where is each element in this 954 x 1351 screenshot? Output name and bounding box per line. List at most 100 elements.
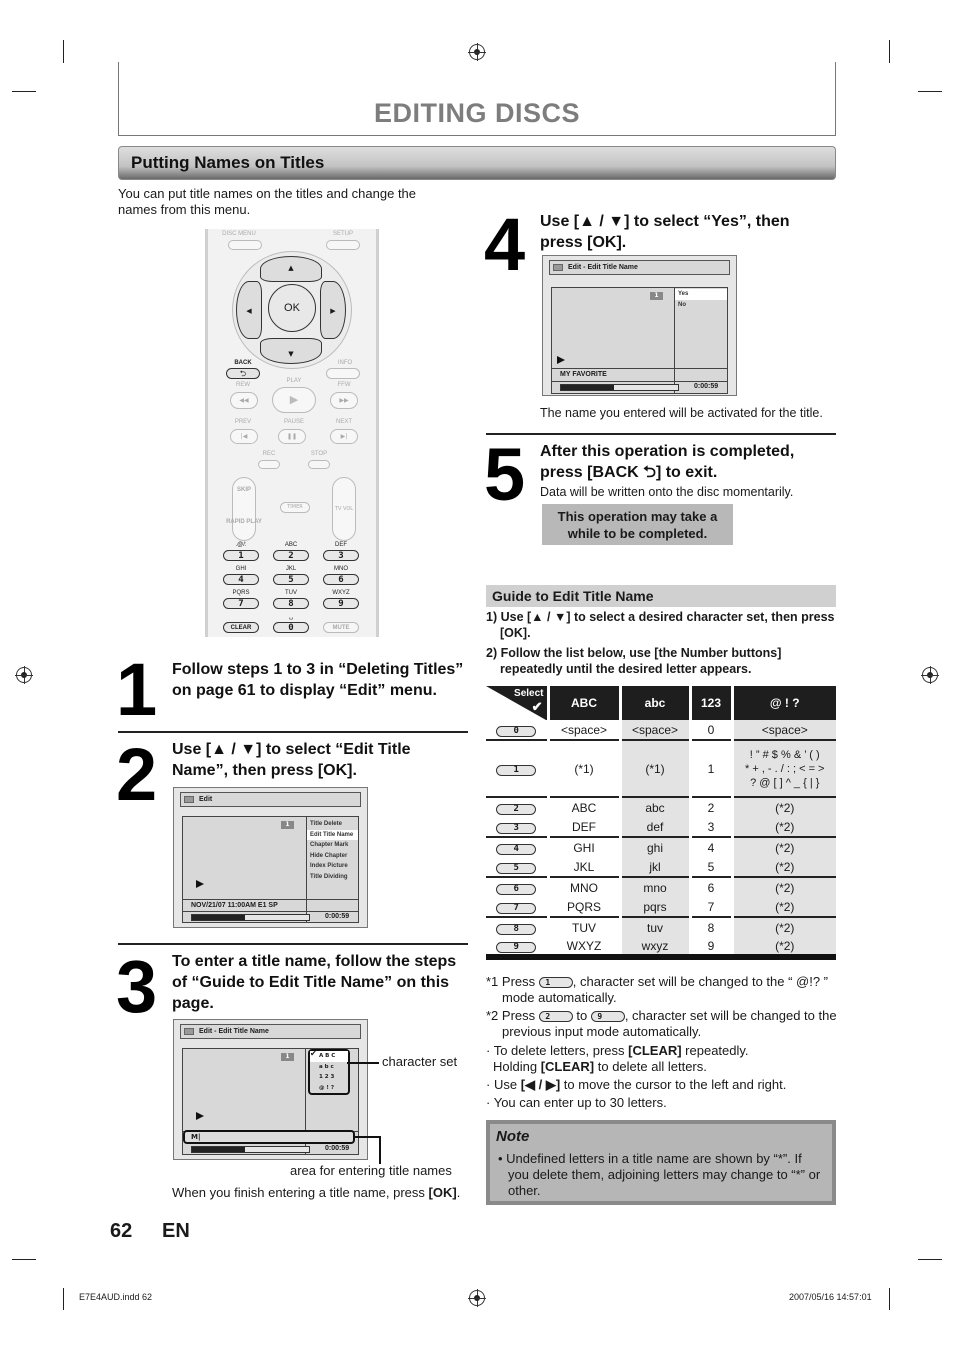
key-cell: 5 (486, 857, 548, 878)
menu-item[interactable]: Title Dividing (307, 872, 358, 883)
page-title: EDITING DISCS (373, 98, 581, 128)
key-cell: 2 (486, 797, 548, 817)
step-number: 3 (116, 945, 158, 1028)
next-label: NEXT (335, 419, 352, 425)
dpad-right-button[interactable]: ▶ (320, 281, 346, 339)
setup-button[interactable] (326, 240, 360, 250)
operation-time-notice: This operation may take a while to be co… (542, 504, 733, 545)
menu-item[interactable]: Index Picture (307, 861, 358, 872)
disc-menu-button[interactable] (228, 240, 262, 250)
pause-button[interactable]: ❚❚ (278, 429, 306, 444)
prev-button[interactable]: |◀ (230, 429, 258, 444)
step-heading: Use [▲ / ▼] to select “Yes”, then press … (540, 213, 790, 251)
title-info: NOV/21/07 11:00AM E1 SP (183, 899, 358, 911)
charset-option[interactable]: 1 2 3 (310, 1072, 348, 1083)
table-cell: 6 (688, 877, 732, 897)
progress-bar (191, 1146, 310, 1153)
finish-instruction: When you finish entering a title name, p… (172, 1185, 461, 1200)
table-row: 5 JKL jkl 5 (*2) (486, 857, 836, 878)
table-row: 9 WXYZ wxyz 9 (*2) (486, 937, 836, 960)
number-key-0[interactable]: 0 (273, 622, 309, 633)
elapsed-time: 0:00:59 (325, 1145, 350, 1152)
number-key-4[interactable]: 4 (223, 574, 259, 585)
mute-button[interactable]: MUTE (323, 622, 359, 633)
timer-button[interactable]: TIMER (280, 502, 310, 513)
screen-header: Edit - Edit Title Name (549, 260, 730, 275)
play-button[interactable]: ▶ (272, 387, 316, 413)
table-cell: 1 (688, 740, 732, 798)
key-cell: 6 (486, 877, 548, 897)
callout-line (347, 1062, 379, 1064)
dpad-left-button[interactable]: ◀ (236, 281, 262, 339)
note-text: • Undefined letters in a title name are … (498, 1151, 821, 1198)
rec-button[interactable] (258, 460, 280, 469)
table-cell: ghi (618, 837, 690, 857)
table-cell: TUV (546, 917, 620, 937)
charset-option[interactable]: @ ! ? (310, 1083, 348, 1094)
tv-volume-button[interactable]: TV VOL (332, 477, 356, 541)
rew-button[interactable]: ◀◀ (230, 392, 258, 409)
edit-title-name-screen: Edit - Edit Title Name 1 A B Ca b c1 2 3… (173, 1019, 368, 1160)
number-key-5[interactable]: 5 (273, 574, 309, 585)
number-key-9[interactable]: 9 (323, 598, 359, 609)
stop-button[interactable] (308, 460, 330, 469)
table-cell: PQRS (546, 897, 620, 918)
number-key-3-icon: 3 (496, 823, 537, 834)
number-key-9-icon: 9 (496, 942, 537, 953)
table-cell: abc (618, 797, 690, 817)
crop-mark (63, 1288, 64, 1310)
previous-icon: |◀ (240, 433, 248, 440)
back-button[interactable]: ⮌ (226, 368, 260, 379)
footnote-1: *1 Press 1, character set will be change… (486, 974, 829, 1005)
ok-button[interactable]: OK (268, 284, 316, 332)
press-label: Press (489, 707, 517, 718)
menu-item[interactable]: Hide Chapter (307, 851, 358, 862)
guide-heading: Guide to Edit Title Name (486, 585, 836, 607)
prev-label: PREV (234, 419, 252, 425)
number-key-7[interactable]: 7 (223, 598, 259, 609)
menu-item[interactable]: Title Delete (307, 819, 358, 830)
charset-option[interactable]: a b c (310, 1062, 348, 1073)
menu-item[interactable]: No (675, 300, 727, 311)
character-set-selector[interactable]: A B Ca b c1 2 3 @ ! ? ✔ (308, 1049, 350, 1095)
checkmark-icon: ✔ (531, 699, 543, 714)
table-cell: 2 (688, 797, 732, 817)
rew-label: REW (236, 382, 250, 388)
table-cell: GHI (546, 837, 620, 857)
table-cell: mno (618, 877, 690, 897)
next-icon: ▶| (340, 433, 348, 440)
number-key-6[interactable]: 6 (323, 574, 359, 585)
table-cell: JKL (546, 857, 620, 878)
dpad-down-button[interactable]: ▼ (260, 338, 322, 364)
title-name-display: MY FAVORITE (552, 368, 727, 381)
number-key-1[interactable]: 1 (223, 550, 259, 561)
number-key-8[interactable]: 8 (273, 598, 309, 609)
number-key-0-icon: 0 (496, 726, 537, 737)
table-cell: DEF (546, 817, 620, 838)
disc-menu-label: DISC MENU (222, 231, 256, 237)
table-cell: 3 (688, 817, 732, 838)
title-name-input[interactable]: M| (183, 1130, 355, 1144)
menu-item[interactable]: Yes (675, 289, 727, 300)
next-button[interactable]: ▶| (330, 429, 358, 444)
menu-item[interactable]: Edit Title Name (307, 829, 358, 840)
key-label: GHI (235, 566, 247, 572)
clear-button[interactable]: CLEAR (223, 622, 259, 633)
step-heading: To enter a title name, follow the steps … (172, 953, 457, 1012)
title-number-chip: 1 (650, 292, 663, 300)
key-cell: 3 (486, 817, 548, 838)
ffw-button[interactable]: ▶▶ (330, 392, 358, 409)
progress-bar (560, 384, 679, 391)
edit-icon (553, 264, 563, 271)
table-cell: 0 (688, 720, 732, 741)
dpad-up-button[interactable]: ▲ (260, 256, 322, 282)
step-heading: After this operation is completed, press… (540, 443, 795, 481)
info-button[interactable] (326, 368, 360, 379)
column-header: abc (618, 686, 690, 720)
timestamp-slug: 2007/05/16 14:57:01 (789, 1292, 872, 1302)
number-key-2[interactable]: 2 (273, 550, 309, 561)
number-key-3[interactable]: 3 (323, 550, 359, 561)
table-row: 3 DEF def 3 (*2) (486, 817, 836, 838)
table-cell: def (618, 817, 690, 838)
menu-item[interactable]: Chapter Mark (307, 840, 358, 851)
